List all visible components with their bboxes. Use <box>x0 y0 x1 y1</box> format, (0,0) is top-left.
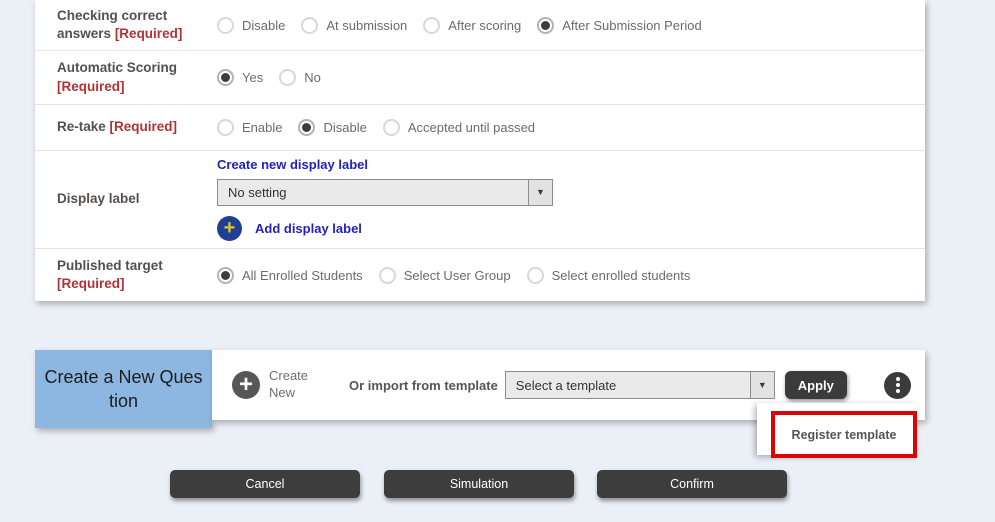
radio-option-enable[interactable]: Enable <box>217 119 282 136</box>
register-template-menu-item[interactable]: Register template <box>771 411 917 458</box>
radio-option-disable[interactable]: Disable <box>217 17 285 34</box>
radio-group-retake: Enable Disable Accepted until passed <box>217 119 925 136</box>
add-display-label-text: Add display label <box>255 221 362 236</box>
radio-option-select-enrolled-students[interactable]: Select enrolled students <box>527 267 691 284</box>
radio-icon[interactable] <box>217 17 234 34</box>
radio-label: After Submission Period <box>562 18 701 33</box>
settings-form-panel: Checking correct answers [Required] Disa… <box>35 0 925 301</box>
radio-option-disable[interactable]: Disable <box>298 119 366 136</box>
row-display-label: Display label Create new display label N… <box>35 151 925 249</box>
display-label-controls: Create new display label No setting ▼ + … <box>217 146 925 254</box>
radio-icon-selected[interactable] <box>298 119 315 136</box>
radio-icon[interactable] <box>301 17 318 34</box>
radio-option-after-submission-period[interactable]: After Submission Period <box>537 17 701 34</box>
row-published-target: Published target [Required] All Enrolled… <box>35 249 925 301</box>
cancel-button[interactable]: Cancel <box>170 470 360 498</box>
radio-icon[interactable] <box>423 17 440 34</box>
chevron-down-icon[interactable]: ▼ <box>528 180 552 205</box>
create-new-button[interactable]: Create New <box>269 368 323 402</box>
radio-label: Disable <box>323 120 366 135</box>
row-automatic-scoring: Automatic Scoring [Required] Yes No <box>35 51 925 105</box>
radio-icon-selected[interactable] <box>537 17 554 34</box>
required-tag: [Required] <box>57 79 125 94</box>
confirm-button[interactable]: Confirm <box>597 470 787 498</box>
row-label: Re-take [Required] <box>35 118 217 136</box>
radio-group-scoring: Yes No <box>217 69 925 86</box>
radio-group-checking: Disable At submission After scoring Afte… <box>217 17 925 34</box>
radio-label: Select enrolled students <box>552 268 691 283</box>
radio-icon[interactable] <box>217 119 234 136</box>
radio-option-after-scoring[interactable]: After scoring <box>423 17 521 34</box>
radio-option-all-enrolled[interactable]: All Enrolled Students <box>217 267 363 284</box>
kebab-menu-icon[interactable] <box>884 372 911 399</box>
display-label-select[interactable]: No setting ▼ <box>217 179 553 206</box>
label-text: Re-take <box>57 119 106 134</box>
radio-label: No <box>304 70 321 85</box>
chevron-down-icon[interactable]: ▼ <box>750 372 774 398</box>
row-label: Checking correct answers [Required] <box>35 7 217 43</box>
row-checking-correct-answers: Checking correct answers [Required] Disa… <box>35 0 925 51</box>
section-title: Create a New Question <box>35 350 212 428</box>
display-label-select-value: No setting <box>218 185 528 200</box>
add-display-label-button[interactable]: + Add display label <box>217 216 362 241</box>
radio-option-no[interactable]: No <box>279 69 321 86</box>
radio-option-accepted-until-passed[interactable]: Accepted until passed <box>383 119 535 136</box>
register-template-label: Register template <box>792 428 897 442</box>
radio-label: Accepted until passed <box>408 120 535 135</box>
radio-label: Yes <box>242 70 263 85</box>
radio-option-at-submission[interactable]: At submission <box>301 17 407 34</box>
radio-icon[interactable] <box>527 267 544 284</box>
radio-label: At submission <box>326 18 407 33</box>
required-tag: [Required] <box>57 276 125 291</box>
radio-option-yes[interactable]: Yes <box>217 69 263 86</box>
radio-icon[interactable] <box>379 267 396 284</box>
radio-label: Enable <box>242 120 282 135</box>
label-text: Automatic Scoring <box>57 60 177 75</box>
create-new-display-label-link[interactable]: Create new display label <box>217 157 368 172</box>
radio-label: Select User Group <box>404 268 511 283</box>
import-from-template-label: Or import from template <box>349 378 498 393</box>
plus-icon[interactable]: + <box>217 216 242 241</box>
radio-icon[interactable] <box>279 69 296 86</box>
radio-label: Disable <box>242 18 285 33</box>
create-new-plus-icon[interactable]: + <box>232 371 260 399</box>
row-label: Automatic Scoring [Required] <box>35 59 217 95</box>
radio-label: After scoring <box>448 18 521 33</box>
template-select-value: Select a template <box>506 378 750 393</box>
row-label: Published target [Required] <box>35 257 217 293</box>
row-label: Display label <box>35 190 217 208</box>
quiz-settings-page: Checking correct answers [Required] Disa… <box>0 0 995 522</box>
radio-icon-selected[interactable] <box>217 267 234 284</box>
required-tag: [Required] <box>110 119 178 134</box>
apply-button[interactable]: Apply <box>785 371 847 399</box>
radio-icon-selected[interactable] <box>217 69 234 86</box>
simulation-button[interactable]: Simulation <box>384 470 574 498</box>
radio-icon[interactable] <box>383 119 400 136</box>
required-tag: [Required] <box>115 26 183 41</box>
row-retake: Re-take [Required] Enable Disable Accept… <box>35 105 925 151</box>
radio-option-select-user-group[interactable]: Select User Group <box>379 267 511 284</box>
label-text: Published target <box>57 258 163 273</box>
radio-group-published-target: All Enrolled Students Select User Group … <box>217 267 925 284</box>
label-text: Display label <box>57 191 140 206</box>
template-select[interactable]: Select a template ▼ <box>505 371 775 399</box>
radio-label: All Enrolled Students <box>242 268 363 283</box>
